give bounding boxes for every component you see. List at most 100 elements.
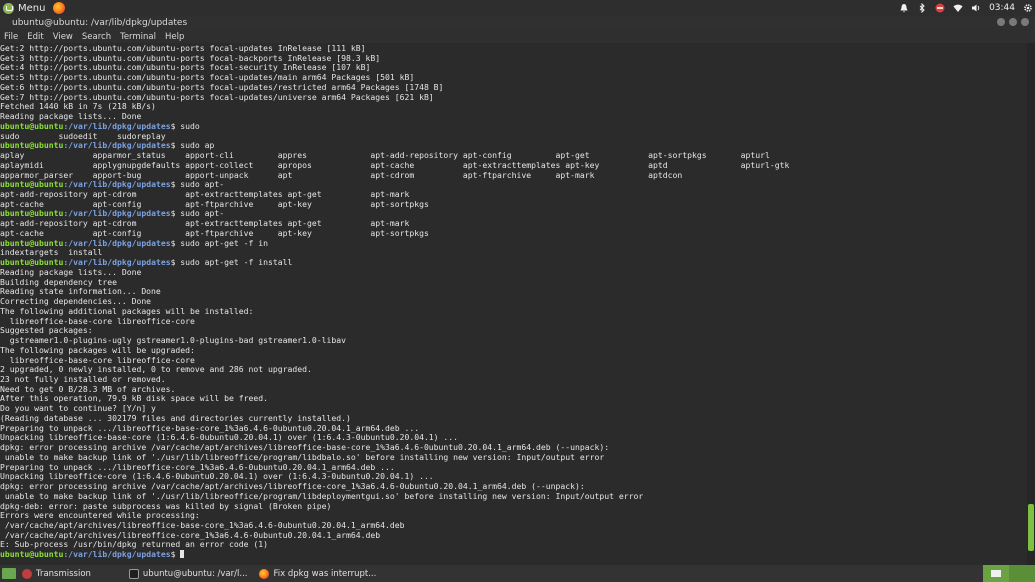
window-titlebar[interactable]: ubuntu@ubuntu: /var/lib/dpkg/updates xyxy=(0,16,1035,30)
prompt-path: :/var/lib/dpkg/updates xyxy=(63,140,171,151)
menu-file[interactable]: File xyxy=(0,32,23,42)
line-text: Preparing to unpack .../libreoffice-base… xyxy=(0,422,420,433)
terminal-line: Fetched 1440 kB in 7s (218 kB/s) xyxy=(0,102,1027,112)
line-text: apt-add-repository apt-cdrom apt-extract… xyxy=(0,189,410,200)
close-button[interactable] xyxy=(1021,18,1029,26)
prompt-user: ubuntu@ubuntu xyxy=(0,549,64,560)
window-title: ubuntu@ubuntu: /var/lib/dpkg/updates xyxy=(12,18,188,28)
terminal-output[interactable]: Get:2 http://ports.ubuntu.com/ubuntu-por… xyxy=(0,43,1027,566)
volume-icon[interactable] xyxy=(971,3,981,13)
menu-search[interactable]: Search xyxy=(78,32,116,42)
prompt-command: $ sudo apt- xyxy=(170,179,225,190)
settings-gear-icon[interactable] xyxy=(1023,3,1033,13)
workspace-switcher xyxy=(983,565,1035,582)
mint-logo-icon xyxy=(3,2,14,14)
terminal-icon xyxy=(128,568,139,579)
prompt-command: $ sudo ap xyxy=(170,140,215,151)
taskbar: Transmission ubuntu@ubuntu: /var/l... Fi… xyxy=(0,565,1035,582)
line-text: dpkg-deb: error: paste subprocess was ki… xyxy=(0,500,332,511)
task-firefox[interactable]: Fix dpkg was interrupt... xyxy=(253,565,382,582)
prompt-command: $ sudo xyxy=(170,120,200,131)
prompt-user: ubuntu@ubuntu xyxy=(0,179,64,190)
line-text: Reading state information... Done xyxy=(0,286,161,297)
line-text: The following additional packages will b… xyxy=(0,305,254,316)
task-terminal[interactable]: ubuntu@ubuntu: /var/l... xyxy=(123,565,254,582)
line-text: (Reading database ... 302179 files and d… xyxy=(0,412,351,423)
prompt-user: ubuntu@ubuntu xyxy=(0,208,64,219)
prompt-user: ubuntu@ubuntu xyxy=(0,120,64,131)
prompt-path: :/var/lib/dpkg/updates xyxy=(63,549,171,560)
prompt-path: :/var/lib/dpkg/updates xyxy=(63,257,171,268)
maximize-button[interactable] xyxy=(1009,18,1017,26)
line-text: 23 not fully installed or removed. xyxy=(0,373,166,384)
line-text: Get:3 http://ports.ubuntu.com/ubuntu-por… xyxy=(0,52,381,63)
task-label: Transmission xyxy=(36,568,91,579)
line-text: sudo sudoedit sudoreplay xyxy=(0,130,166,141)
workspace-2[interactable] xyxy=(1009,565,1035,582)
clock[interactable]: 03:44 xyxy=(989,3,1015,13)
line-text: libreoffice-base-core libreoffice-core xyxy=(0,354,195,365)
menu-help[interactable]: Help xyxy=(161,32,189,42)
blocked-icon[interactable] xyxy=(935,3,945,13)
minimize-button[interactable] xyxy=(997,18,1005,26)
terminal-line: Reading state information... Done xyxy=(0,286,1027,297)
line-text: apt-add-repository apt-cdrom apt-extract… xyxy=(0,218,410,229)
line-text: Fetched 1440 kB in 7s (218 kB/s) xyxy=(0,101,156,112)
line-text: apt-cache apt-config apt-ftparchive apt-… xyxy=(0,198,429,209)
line-text: dpkg: error processing archive /var/cach… xyxy=(0,442,610,453)
line-text: unable to make backup link of './usr/lib… xyxy=(0,451,605,462)
prompt-path: :/var/lib/dpkg/updates xyxy=(63,208,171,219)
prompt-path: :/var/lib/dpkg/updates xyxy=(63,120,171,131)
window-controls xyxy=(997,18,1029,26)
line-text: indextargets install xyxy=(0,247,103,258)
line-text: /var/cache/apt/archives/libreoffice-base… xyxy=(0,519,405,530)
menu-view[interactable]: View xyxy=(49,32,78,42)
terminal-line: libreoffice-base-core libreoffice-core xyxy=(0,316,1027,327)
terminal-prompt-line: ubuntu@ubuntu:/var/lib/dpkg/updates$ sud… xyxy=(0,257,1027,268)
task-label: ubuntu@ubuntu: /var/l... xyxy=(142,568,248,579)
menu-label: Menu xyxy=(18,2,46,14)
line-text: aplaymidi applygnupgdefaults apport-coll… xyxy=(0,159,790,170)
line-text: Get:2 http://ports.ubuntu.com/ubuntu-por… xyxy=(0,43,366,53)
terminal-line: Reading package lists... Done xyxy=(0,267,1027,278)
wifi-icon[interactable] xyxy=(953,3,963,13)
line-text: unable to make backup link of './usr/lib… xyxy=(0,490,644,501)
line-text: apt-cache apt-config apt-ftparchive apt-… xyxy=(0,227,429,238)
terminal-scrollbar[interactable] xyxy=(1027,43,1035,565)
workspace-1[interactable] xyxy=(983,565,1009,582)
menu-button[interactable]: Menu xyxy=(0,0,51,16)
line-text: Correcting dependencies... Done xyxy=(0,296,152,307)
line-text: Reading package lists... Done xyxy=(0,111,142,122)
prompt-command: $ xyxy=(170,549,181,560)
scrollbar-thumb[interactable] xyxy=(1028,503,1034,551)
line-text: dpkg: error processing archive /var/cach… xyxy=(0,481,585,492)
menu-terminal[interactable]: Terminal xyxy=(116,32,161,42)
line-text: Building dependency tree xyxy=(0,276,117,287)
line-text: Unpacking libreoffice-base-core (1:6.4.6… xyxy=(0,432,459,443)
terminal-prompt-line: ubuntu@ubuntu:/var/lib/dpkg/updates$ xyxy=(0,549,1027,560)
line-text: After this operation, 79.9 kB disk space… xyxy=(0,393,269,404)
prompt-command: $ sudo apt-get -f install xyxy=(170,257,293,268)
task-transmission[interactable]: Transmission xyxy=(16,565,97,582)
line-text: Get:5 http://ports.ubuntu.com/ubuntu-por… xyxy=(0,72,415,83)
line-text: Suggested packages: xyxy=(0,325,93,336)
prompt-path: :/var/lib/dpkg/updates xyxy=(63,237,171,248)
top-panel: Menu 03:44 xyxy=(0,0,1035,16)
prompt-user: ubuntu@ubuntu xyxy=(0,257,64,268)
bluetooth-icon[interactable] xyxy=(917,3,927,13)
firefox-launcher-icon[interactable] xyxy=(53,2,66,14)
line-text: Do you want to continue? [Y/n] y xyxy=(0,403,156,414)
line-text: Get:6 http://ports.ubuntu.com/ubuntu-por… xyxy=(0,81,444,92)
line-text: E: Sub-process /usr/bin/dpkg returned an… xyxy=(0,539,269,550)
prompt-user: ubuntu@ubuntu xyxy=(0,237,64,248)
line-text: Get:7 http://ports.ubuntu.com/ubuntu-por… xyxy=(0,91,434,102)
notification-bell-icon[interactable] xyxy=(899,3,909,13)
task-label: Fix dpkg was interrupt... xyxy=(273,568,377,579)
show-desktop-icon[interactable] xyxy=(2,568,16,579)
line-text: gstreamer1.0-plugins-ugly gstreamer1.0-p… xyxy=(0,335,346,346)
line-text: aplay apparmor_status apport-cli appres … xyxy=(0,150,770,161)
line-text: Errors were encountered while processing… xyxy=(0,510,200,521)
system-tray: 03:44 xyxy=(899,0,1033,16)
menu-edit[interactable]: Edit xyxy=(23,32,48,42)
line-text: /var/cache/apt/archives/libreoffice-core… xyxy=(0,529,381,540)
